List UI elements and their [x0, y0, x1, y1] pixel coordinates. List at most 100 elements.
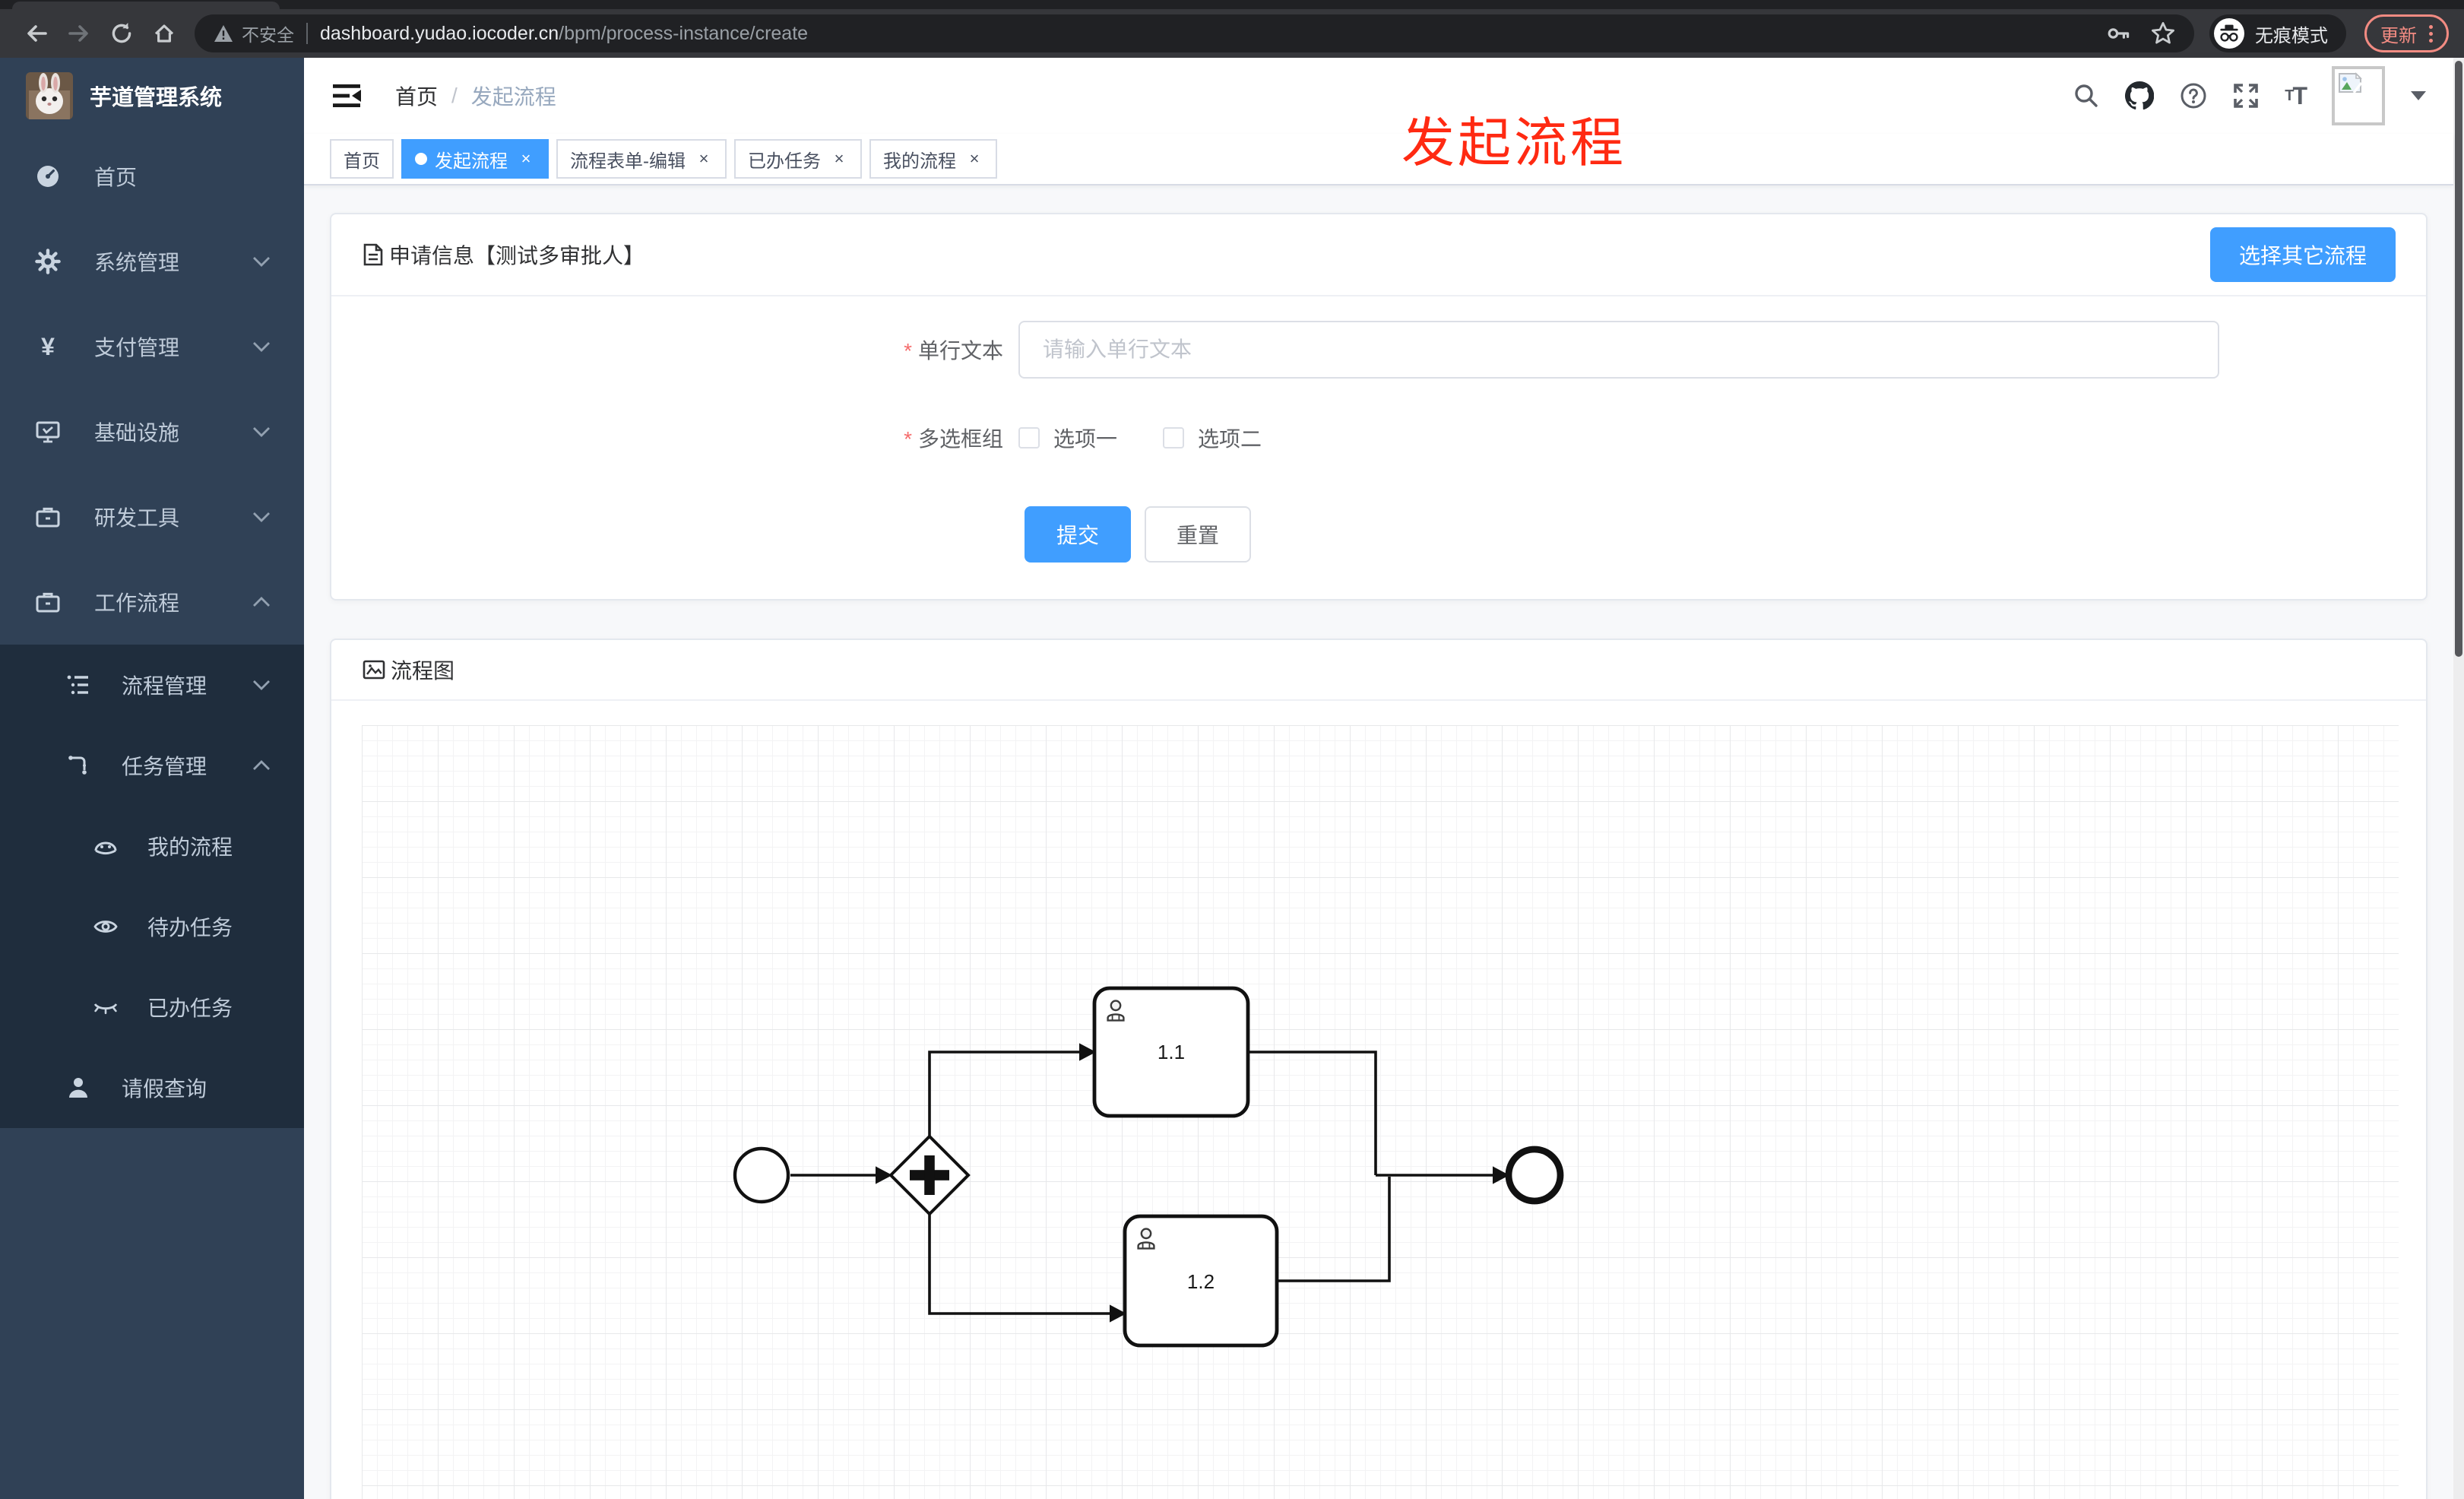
document-icon — [362, 242, 385, 267]
sidebar-item-my-process[interactable]: 我的流程 — [0, 806, 304, 886]
diagram-card-title: 流程图 — [391, 659, 455, 683]
sidebar-item-task-mgmt[interactable]: 任务管理 — [0, 725, 304, 806]
sidebar-item-workflow[interactable]: 工作流程 — [0, 559, 304, 645]
browser-active-tab[interactable] — [12, 2, 280, 9]
incognito-badge: 无痕模式 — [2209, 14, 2346, 52]
task-label: 1.1 — [1158, 1041, 1185, 1063]
app-header: 首页 发起流程 发起流程 — [304, 58, 2453, 173]
process-diagram-card: 流程图 1.1 1.2 — [330, 639, 2428, 1499]
sidebar-item-devtools[interactable]: 研发工具 — [0, 474, 304, 559]
checkbox-icon[interactable] — [1018, 427, 1040, 448]
chevron-up-icon — [252, 759, 271, 772]
forward-button[interactable] — [58, 14, 100, 53]
header-actions — [2073, 66, 2426, 125]
avatar-broken-image[interactable] — [2332, 66, 2385, 125]
monitor-icon — [35, 419, 61, 445]
app-logo-row[interactable]: 芋道管理系统 — [0, 58, 304, 134]
field-label: 单行文本 — [331, 334, 1018, 365]
reset-button[interactable]: 重置 — [1145, 506, 1251, 563]
security-warning-icon — [213, 24, 234, 43]
sidebar-item-label: 待办任务 — [147, 916, 233, 940]
back-button[interactable] — [15, 14, 58, 53]
sidebar-item-payment[interactable]: ¥ 支付管理 — [0, 304, 304, 389]
page-content: 申请信息【测试多审批人】 选择其它流程 单行文本 多选框组 — [304, 185, 2453, 1499]
help-icon[interactable] — [2180, 82, 2207, 109]
close-icon[interactable] — [695, 150, 713, 168]
tag-tab-my-process[interactable]: 我的流程 — [869, 139, 997, 179]
sidebar-item-todo-tasks[interactable]: 待办任务 — [0, 886, 304, 967]
security-label: 不安全 — [242, 25, 294, 45]
chevron-down-icon — [252, 511, 271, 523]
breadcrumb: 首页 发起流程 — [395, 81, 556, 111]
sidebar-item-label: 基础设施 — [94, 421, 180, 445]
search-icon[interactable] — [2073, 83, 2099, 109]
incognito-icon — [2214, 18, 2244, 49]
font-size-icon[interactable] — [2285, 82, 2306, 110]
browser-toolbar: 不安全 dashboard.yudao.iocoder.cn/bpm/proce… — [0, 9, 2464, 58]
sidebar-item-process-mgmt[interactable]: 流程管理 — [0, 645, 304, 725]
tag-tab-done-tasks[interactable]: 已办任务 — [734, 139, 862, 179]
checkbox-icon[interactable] — [1163, 427, 1185, 448]
sidebar-item-label: 工作流程 — [94, 591, 180, 615]
page-scrollbar[interactable] — [2453, 58, 2464, 1499]
single-text-input[interactable] — [1018, 321, 2219, 379]
chevron-down-icon — [252, 341, 271, 353]
checkbox-group: 选项一 选项二 — [1018, 409, 1262, 467]
url-bar[interactable]: 不安全 dashboard.yudao.iocoder.cn/bpm/proce… — [195, 14, 2194, 52]
browser-menu-kebab-icon[interactable] — [2429, 24, 2433, 43]
sidebar-item-infrastructure[interactable]: 基础设施 — [0, 389, 304, 474]
bpmn-diagram: 1.1 1.2 — [362, 725, 2399, 1499]
form-item-checkbox-group: 多选框组 选项一 选项二 — [331, 409, 2426, 467]
password-key-icon[interactable] — [2106, 21, 2132, 46]
checkbox-option-2[interactable]: 选项二 — [1163, 423, 1262, 453]
chevron-down-icon — [252, 679, 271, 691]
github-icon[interactable] — [2125, 81, 2155, 110]
breadcrumb-home[interactable]: 首页 — [395, 81, 438, 111]
sidebar-item-leave-query[interactable]: 请假查询 — [0, 1047, 304, 1128]
home-button[interactable] — [143, 14, 185, 53]
sidebar-item-label: 首页 — [94, 166, 138, 189]
tree-list-icon — [65, 672, 91, 698]
url-host: dashboard.yudao.iocoder.cn — [320, 22, 559, 44]
fullscreen-icon[interactable] — [2233, 83, 2259, 109]
sidebar-item-label: 已办任务 — [147, 997, 233, 1020]
bookmark-star-icon[interactable] — [2150, 21, 2176, 46]
tag-tab-home[interactable]: 首页 — [330, 139, 394, 179]
gear-icon — [35, 249, 61, 274]
checkbox-option-1[interactable]: 选项一 — [1018, 423, 1117, 453]
tag-tab-start-process[interactable]: 发起流程 — [401, 139, 549, 179]
apply-card-header: 申请信息【测试多审批人】 选择其它流程 — [331, 214, 2426, 296]
flow-icon — [65, 753, 91, 778]
bpmn-end-event — [1505, 1146, 1564, 1205]
main-area: 首页 发起流程 发起流程 — [304, 58, 2453, 1499]
sidebar-item-label: 研发工具 — [94, 506, 180, 530]
page-scrollbar-thumb[interactable] — [2455, 61, 2462, 657]
close-icon[interactable] — [830, 150, 848, 168]
choose-other-process-button[interactable]: 选择其它流程 — [2209, 227, 2396, 282]
sidebar-item-home[interactable]: 首页 — [0, 134, 304, 219]
url-path: /bpm/process-instance/create — [559, 22, 809, 44]
submit-button[interactable]: 提交 — [1025, 506, 1131, 563]
chevron-down-icon — [252, 255, 271, 268]
bpmn-canvas[interactable]: 1.1 1.2 — [362, 725, 2399, 1499]
chevron-up-icon — [252, 596, 271, 608]
reload-button[interactable] — [100, 14, 143, 53]
briefcase-icon — [35, 504, 61, 530]
caret-down-icon[interactable] — [2411, 91, 2426, 100]
tag-tab-form-edit[interactable]: 流程表单-编辑 — [556, 139, 727, 179]
sidebar-item-done-tasks[interactable]: 已办任务 — [0, 967, 304, 1047]
active-tab-dot — [415, 153, 427, 165]
update-button[interactable]: 更新 — [2364, 14, 2449, 52]
sidebar-collapse-icon[interactable] — [331, 82, 362, 109]
sidebar-item-system[interactable]: 系统管理 — [0, 219, 304, 304]
eye-icon — [93, 914, 119, 940]
close-icon[interactable] — [517, 150, 535, 168]
breadcrumb-current: 发起流程 — [470, 85, 556, 109]
apply-info-card: 申请信息【测试多审批人】 选择其它流程 单行文本 多选框组 — [330, 213, 2428, 601]
sidebar-item-label: 任务管理 — [122, 755, 207, 778]
app-logo-image — [26, 72, 73, 119]
apply-card-title: 申请信息【测试多审批人】 — [389, 244, 645, 268]
sidebar-menu: 首页 系统管理 ¥ 支付管理 基础设施 研发工具 工作流程 流程管理 任务管理 … — [0, 134, 304, 1499]
close-icon[interactable] — [965, 150, 983, 168]
breadcrumb-separator — [451, 84, 458, 108]
